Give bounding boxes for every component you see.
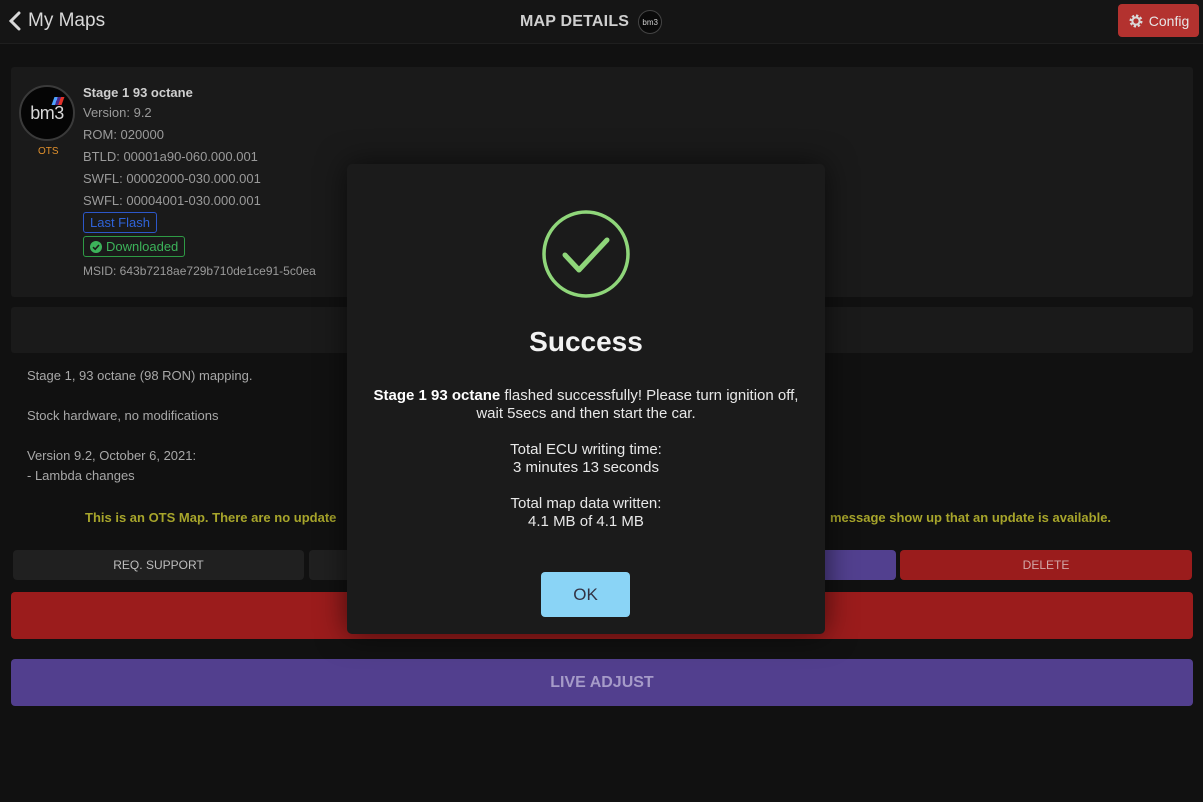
delete-button[interactable]: DELETE xyxy=(900,550,1192,580)
dialog-title: Success xyxy=(529,326,643,357)
data-written-label: Total map data written: xyxy=(510,495,662,512)
last-flash-badge: Last Flash xyxy=(83,212,157,233)
map-msid: MSID: 643b7218ae729b710de1ce91-5c0ea xyxy=(83,264,316,278)
map-rom: ROM: 020000 xyxy=(83,127,164,142)
data-written-value: 4.1 MB of 4.1 MB xyxy=(528,513,644,530)
bm3-logo: bm3 xyxy=(19,85,75,141)
map-btld: BTLD: 00001a90-060.000.001 xyxy=(83,149,258,164)
dialog-message: Stage 1 93 octane flashed successfully! … xyxy=(373,387,799,422)
success-dialog: Success Stage 1 93 octane flashed succes… xyxy=(347,164,825,634)
ecu-time-label: Total ECU writing time: xyxy=(510,441,662,458)
description-line: - Lambda changes xyxy=(27,468,135,483)
ots-notice-right: message show up that an update is availa… xyxy=(830,510,1112,525)
map-version: Version: 9.2 xyxy=(83,105,152,120)
ots-notice-left: This is an OTS Map. There are no update xyxy=(85,510,337,525)
checkmark-circle-icon xyxy=(542,210,630,298)
live-adjust-button[interactable]: LIVE ADJUST xyxy=(11,659,1193,706)
back-label: My Maps xyxy=(28,10,106,31)
description-line: Version 9.2, October 6, 2021: xyxy=(27,448,197,463)
map-swfl-1: SWFL: 00002000-030.000.001 xyxy=(83,171,261,186)
ecu-time-value: 3 minutes 13 seconds xyxy=(513,459,659,476)
ok-button[interactable]: OK xyxy=(541,572,630,617)
back-button[interactable]: My Maps xyxy=(8,8,105,34)
downloaded-badge: Downloaded xyxy=(83,236,186,257)
config-label: Config xyxy=(1148,12,1190,29)
page-title: MAP DETAILS xyxy=(520,13,630,30)
description-line: Stock hardware, no modifications xyxy=(27,408,219,423)
map-name: Stage 1 93 octane xyxy=(83,85,193,100)
top-bar: My Maps MAP DETAILS bm3 Config xyxy=(0,0,1203,44)
chevron-left-icon xyxy=(8,11,21,31)
check-circle-icon xyxy=(90,240,102,253)
ots-tag: OTS xyxy=(38,146,59,157)
description-line: Stage 1, 93 octane (98 RON) mapping. xyxy=(27,368,253,383)
config-button[interactable]: Config xyxy=(1118,4,1199,37)
bm3-logo-small: bm3 xyxy=(638,10,663,34)
flashed-map-name: Stage 1 93 octane xyxy=(373,387,501,404)
map-swfl-2: SWFL: 00004001-030.000.001 xyxy=(83,193,261,208)
gear-icon xyxy=(1129,14,1143,27)
request-support-button[interactable]: REQ. SUPPORT xyxy=(13,550,304,580)
